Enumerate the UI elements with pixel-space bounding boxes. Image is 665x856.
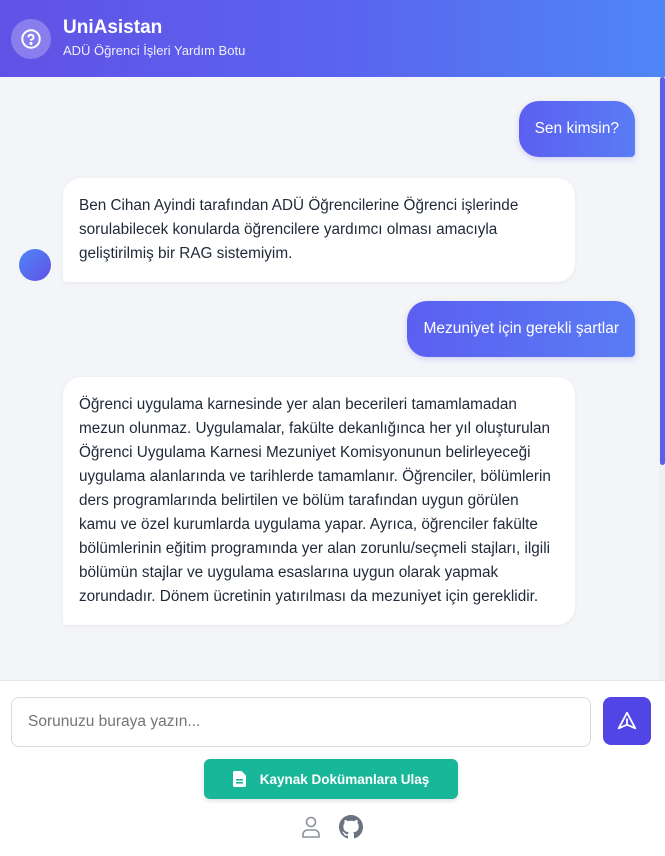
document-icon — [232, 771, 246, 787]
bot-message: Öğrenci uygulama karnesinde yer alan bec… — [63, 377, 575, 625]
source-documents-label: Kaynak Dokümanlara Ulaş — [259, 771, 430, 787]
send-icon — [617, 711, 637, 730]
help-circle-icon — [11, 18, 51, 59]
bot-message: Ben Cihan Ayindi tarafından ADÜ Öğrencil… — [63, 178, 575, 282]
send-button[interactable] — [603, 697, 651, 745]
message-input[interactable] — [11, 697, 591, 747]
header-text: UniAsistan ADÜ Öğrenci İşleri Yardım Bot… — [63, 17, 245, 60]
chat-footer: Kaynak Dokümanlara Ulaş — [0, 680, 665, 856]
app-header: UniAsistan ADÜ Öğrenci İşleri Yardım Bot… — [0, 0, 665, 77]
chat-scrollbar-thumb[interactable] — [660, 77, 665, 465]
user-message: Sen kimsin? — [518, 101, 635, 157]
user-profile-link[interactable] — [298, 814, 324, 840]
github-icon — [339, 815, 363, 839]
user-message: Mezuniyet için gerekli şartlar — [407, 301, 635, 357]
chat-area[interactable]: Sen kimsin? Ben Cihan Ayindi tarafından … — [0, 77, 665, 680]
app-subtitle: ADÜ Öğrenci İşleri Yardım Botu — [63, 43, 246, 58]
source-documents-button[interactable]: Kaynak Dokümanlara Ulaş — [204, 759, 458, 799]
github-link[interactable] — [338, 814, 364, 840]
app-title: UniAsistan — [63, 17, 163, 38]
bot-avatar — [19, 249, 51, 281]
user-icon — [302, 816, 320, 838]
chat-scrollbar[interactable] — [659, 77, 665, 680]
